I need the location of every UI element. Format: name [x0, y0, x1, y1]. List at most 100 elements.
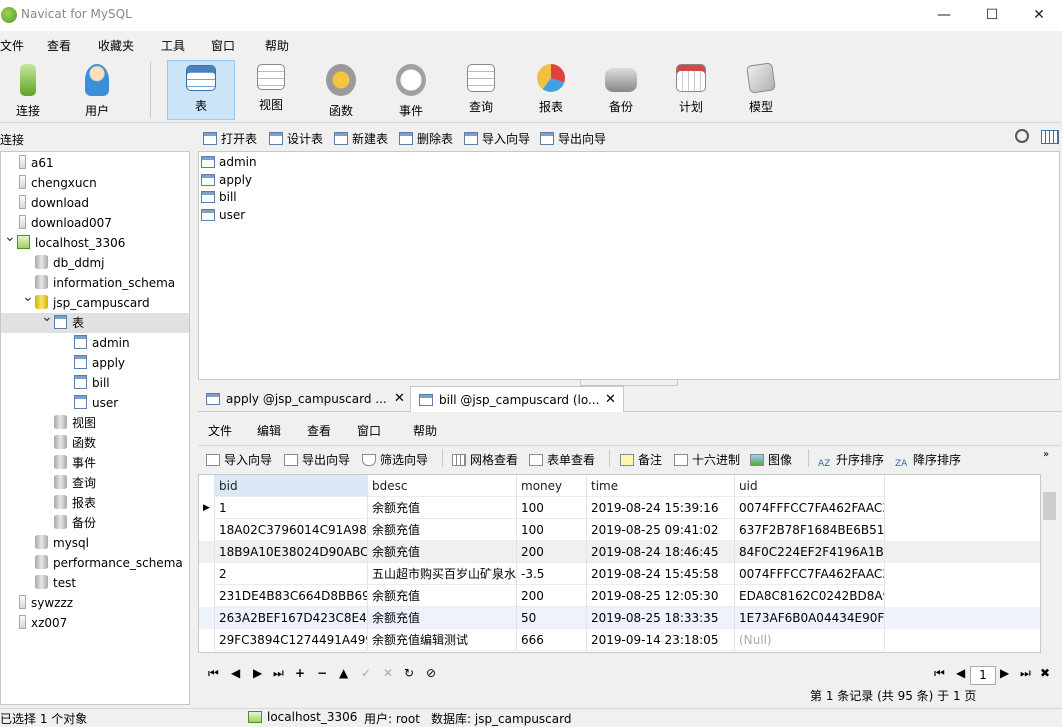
sort-ascending-button[interactable]: AZ 升序排序 [818, 451, 884, 471]
object-item[interactable]: bill [201, 189, 237, 206]
view-mode-icon[interactable] [1041, 130, 1059, 144]
stop-icon[interactable]: ⊘ [426, 666, 436, 680]
open-table-button[interactable]: 打开表 [203, 130, 257, 147]
tree-node-folder[interactable]: 备份 [54, 513, 96, 533]
grid-menu-view[interactable]: 查看 [307, 422, 331, 439]
tree-node-download[interactable]: download [19, 193, 89, 213]
prev-page-icon[interactable]: ◀ [956, 666, 965, 680]
toolbar-schedule-button[interactable]: 计划 [657, 60, 725, 120]
expand-chevron-icon[interactable]: ⌄ [4, 229, 16, 245]
row-indicator[interactable] [199, 563, 215, 585]
first-page-icon[interactable]: ⏮ [934, 666, 945, 681]
maximize-button[interactable]: ☐ [969, 0, 1015, 31]
toolbar-connection-button[interactable]: 连接 [0, 60, 62, 120]
tree-node-user[interactable]: user [74, 393, 118, 413]
row-indicator[interactable] [199, 629, 215, 651]
cell-bdesc[interactable]: 余额充值 [368, 519, 517, 541]
cell-uid[interactable]: 0074FFFCC7FA462FAAC3A [735, 563, 885, 585]
cell-money[interactable]: 100 [517, 519, 587, 541]
cell-money[interactable]: 100 [517, 497, 587, 519]
table-row[interactable]: 18A02C3796014C91A983 余额充值 100 2019-08-25 09… [199, 519, 1040, 541]
grid-menu-file[interactable]: 文件 [208, 422, 232, 439]
cell-money[interactable]: 666 [517, 629, 587, 651]
tree-node-test[interactable]: test [35, 573, 76, 593]
tree-node-folder[interactable]: 事件 [54, 453, 96, 473]
add-record-icon[interactable]: + [295, 666, 305, 680]
cell-bid[interactable]: 1 [215, 497, 368, 519]
tree-node-a61[interactable]: a61 [19, 153, 54, 173]
tab-apply[interactable]: apply @jsp_campuscard ... ✕ [198, 386, 410, 412]
menu-view[interactable]: 查看 [47, 37, 71, 54]
page-number-input[interactable]: 1 [970, 666, 996, 685]
cell-bid[interactable]: 231DE4B83C664D8BB693 [215, 585, 368, 607]
cell-bdesc[interactable]: 余额充值 [368, 607, 517, 629]
grid-menu-window[interactable]: 窗口 [357, 422, 381, 439]
tree-node-chengxucn[interactable]: chengxucn [19, 173, 97, 193]
menu-window[interactable]: 窗口 [211, 37, 235, 54]
delete-record-icon[interactable]: − [317, 666, 327, 680]
cell-uid[interactable]: 637F2B78F1684BE6B51C5 [735, 519, 885, 541]
column-header-bid[interactable]: bid [215, 475, 368, 497]
menu-favorites[interactable]: 收藏夹 [98, 37, 134, 54]
object-item[interactable]: admin [201, 154, 257, 171]
table-row[interactable]: 263A2BEF167D423C8E46 余额充值 50 2019-08-25 18:… [199, 607, 1040, 629]
expand-chevron-icon[interactable]: ⌄ [41, 309, 53, 325]
cell-bid[interactable]: 263A2BEF167D423C8E46 [215, 607, 368, 629]
tree-node-folder[interactable]: 查询 [54, 473, 96, 493]
toolbar-report-button[interactable]: 报表 [517, 60, 585, 120]
grid-export-button[interactable]: 导出向导 [284, 451, 350, 468]
check-icon[interactable]: ✓ [361, 666, 371, 680]
column-header-bdesc[interactable]: bdesc [368, 475, 517, 497]
cell-uid[interactable]: 84F0C224EF2F4196A1B37 [735, 541, 885, 563]
data-grid[interactable]: bid bdesc money time uid ▶ 1 余额充值 100 2019-08-24 … [198, 474, 1041, 653]
cell-bid[interactable]: 29FC3894C1274491A499 [215, 629, 368, 651]
first-record-icon[interactable]: ⏮ [208, 666, 219, 681]
refresh-icon[interactable]: ↻ [404, 666, 414, 680]
prev-record-icon[interactable]: ◀ [231, 666, 240, 680]
table-row[interactable]: 231DE4B83C664D8BB693 余额充值 200 2019-08-25 12… [199, 585, 1040, 607]
hex-button[interactable]: 十六进制 [674, 451, 740, 468]
tree-node-mysql[interactable]: mysql [35, 533, 89, 553]
new-table-button[interactable]: 新建表 [334, 130, 388, 147]
toolbar-view-button[interactable]: 视图 [237, 60, 305, 120]
tree-node-folder[interactable]: 视图 [54, 413, 96, 433]
cell-bid[interactable]: 18B9A10E38024D90ABCF [215, 541, 368, 563]
tree-node-apply[interactable]: apply [74, 353, 125, 373]
last-page-icon[interactable]: ⏭ [1020, 666, 1031, 681]
tree-node-localhost_3306[interactable]: localhost_3306 [17, 233, 125, 253]
cell-time[interactable]: 2019-08-25 18:33:35 [587, 607, 735, 629]
close-button[interactable]: ✕ [1016, 0, 1062, 31]
tree-node-xz007[interactable]: xz007 [19, 613, 67, 633]
grid-view-button[interactable]: 网格查看 [452, 451, 518, 468]
image-button[interactable]: 图像 [750, 451, 792, 468]
cell-uid[interactable]: EDA8C8162C0242BD8A98 [735, 585, 885, 607]
cell-bdesc[interactable]: 余额充值编辑测试 [368, 629, 517, 651]
tree-node-folder[interactable]: 函数 [54, 433, 96, 453]
cell-bdesc[interactable]: 五山超市购买百岁山矿泉水· [368, 563, 517, 585]
current-row-arrow-icon[interactable]: ▶ [199, 497, 215, 519]
menu-file[interactable]: 文件 [0, 37, 24, 54]
memo-button[interactable]: 备注 [620, 451, 662, 468]
cell-bdesc[interactable]: 余额充值 [368, 541, 517, 563]
grid-vertical-scrollbar[interactable] [1041, 474, 1058, 653]
toolbar-overflow-icon[interactable]: » [1043, 449, 1049, 460]
filter-wizard-button[interactable]: 筛选向导 [362, 451, 428, 468]
cell-time[interactable]: 2019-08-25 09:41:02 [587, 519, 735, 541]
cell-time[interactable]: 2019-09-14 23:18:05 [587, 629, 735, 651]
tree-node-information_schema[interactable]: information_schema [35, 273, 175, 293]
next-record-icon[interactable]: ▶ [253, 666, 262, 680]
cell-bdesc[interactable]: 余额充值 [368, 585, 517, 607]
object-item[interactable]: apply [201, 172, 252, 189]
last-record-icon[interactable]: ⏭ [273, 666, 284, 681]
menu-help[interactable]: 帮助 [265, 37, 289, 54]
menu-tools[interactable]: 工具 [161, 37, 185, 54]
settings-tools-icon[interactable]: ✖ [1040, 666, 1050, 680]
import-wizard-button[interactable]: 导入向导 [464, 130, 530, 147]
cell-time[interactable]: 2019-08-25 12:05:30 [587, 585, 735, 607]
grid-menu-help[interactable]: 帮助 [413, 422, 437, 439]
connection-tree[interactable]: a61 chengxucn download download007 localhost… [0, 151, 190, 705]
tree-node-sywzzz[interactable]: sywzzz [19, 593, 73, 613]
toolbar-function-button[interactable]: 函数 [307, 60, 375, 120]
expand-chevron-icon[interactable]: ⌄ [22, 289, 34, 305]
grid-import-button[interactable]: 导入向导 [206, 451, 272, 468]
